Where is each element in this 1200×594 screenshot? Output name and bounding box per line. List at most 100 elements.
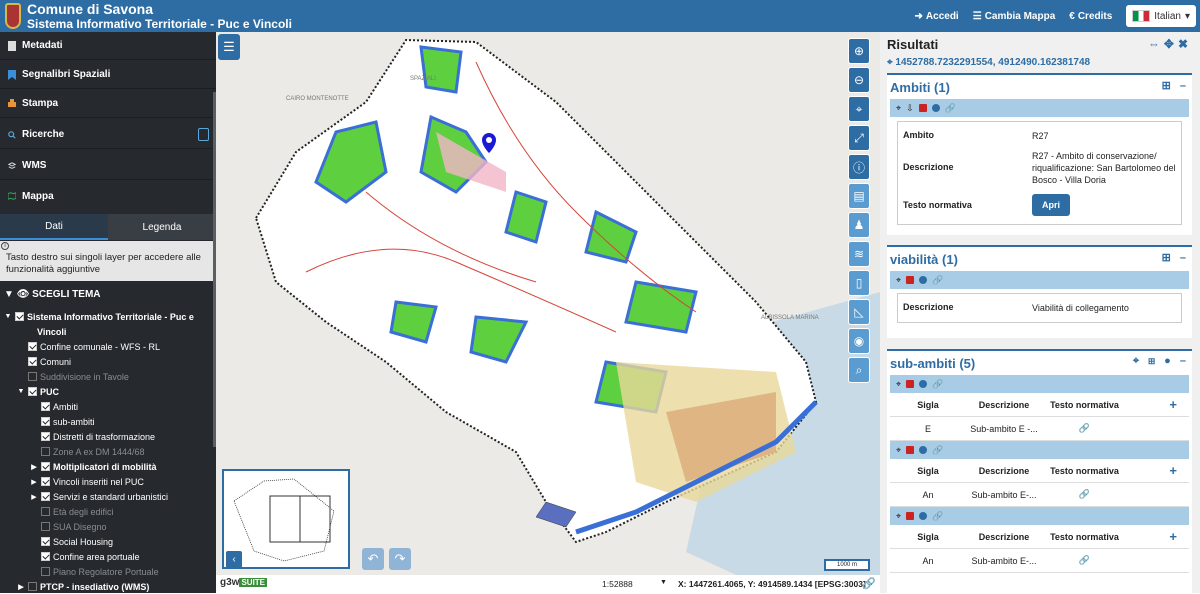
table-row[interactable]: An Sub-ambito E-... 🔗 bbox=[890, 549, 1189, 573]
layer-checkbox[interactable] bbox=[28, 357, 37, 366]
plus-icon[interactable]: + bbox=[1127, 463, 1189, 478]
layer-checkbox[interactable] bbox=[41, 507, 50, 516]
redo-button[interactable]: ↷ bbox=[389, 548, 411, 570]
link-icon[interactable]: 🔗 bbox=[1042, 555, 1127, 566]
ambiti-header[interactable]: Ambiti (1) ⊞ – bbox=[887, 75, 1192, 99]
marker-icon[interactable]: ⌖ bbox=[896, 445, 901, 456]
section-controls[interactable]: ⊞ – bbox=[1162, 251, 1189, 264]
choose-theme-header[interactable]: ▼ 👁 SCEGLI TEMA bbox=[4, 289, 101, 300]
caret-down-icon[interactable]: ▼ bbox=[17, 388, 25, 395]
layer-checkbox[interactable] bbox=[28, 372, 37, 381]
fullscreen-icon[interactable]: ⤢ bbox=[848, 125, 870, 151]
tab-dati[interactable]: Dati bbox=[0, 214, 108, 240]
zoom-in-icon[interactable]: ⊕ bbox=[848, 38, 870, 64]
layer-tree-item[interactable]: ▶ Moltiplicatori di mobilità bbox=[0, 459, 212, 474]
street-view-icon[interactable]: ♟ bbox=[848, 212, 870, 238]
remove-icon[interactable] bbox=[906, 512, 915, 520]
expand-icon[interactable]: ⇔ bbox=[1148, 37, 1164, 51]
layer-checkbox[interactable] bbox=[41, 432, 50, 441]
link-icon[interactable]: 🔗 bbox=[932, 275, 943, 286]
zoom-out-icon[interactable]: ⊖ bbox=[848, 67, 870, 93]
caret-right-icon[interactable]: ▶ bbox=[30, 493, 38, 501]
sidebar-item-metadati[interactable]: Metadati bbox=[0, 32, 216, 60]
section-controls[interactable]: ⌖ ⊞ ● – bbox=[1133, 355, 1189, 368]
layer-tree-item[interactable]: Social Housing bbox=[0, 534, 212, 549]
plus-icon[interactable]: + bbox=[1127, 397, 1189, 412]
layer-checkbox[interactable] bbox=[41, 552, 50, 561]
layer-checkbox[interactable] bbox=[41, 402, 50, 411]
check-icon[interactable] bbox=[931, 104, 940, 112]
layer-tree-item[interactable]: Suddivisione in Tavole bbox=[0, 369, 212, 384]
plus-icon[interactable]: + bbox=[1127, 529, 1189, 544]
link-icon[interactable]: 🔗 bbox=[1042, 423, 1127, 434]
screenshot-icon[interactable]: ◉ bbox=[848, 328, 870, 354]
caret-down-icon[interactable]: ▼ bbox=[660, 579, 667, 586]
layer-checkbox[interactable] bbox=[28, 342, 37, 351]
scale-select[interactable]: 1:52888 bbox=[602, 579, 633, 589]
marker-icon[interactable]: ⌖ bbox=[896, 511, 901, 522]
section-controls[interactable]: ⊞ – bbox=[1162, 79, 1189, 92]
layer-checkbox[interactable] bbox=[41, 522, 50, 531]
language-select[interactable]: Italian ▾ bbox=[1126, 5, 1196, 27]
sidebar-item-segnalibri[interactable]: Segnalibri Spaziali bbox=[0, 61, 216, 89]
close-icon[interactable]: ✖ bbox=[1178, 37, 1192, 51]
layer-tree-item[interactable]: ▶ Vincoli inseriti nel PUC bbox=[0, 474, 212, 489]
remove-icon[interactable] bbox=[906, 380, 915, 388]
overview-map[interactable]: ‹ bbox=[222, 469, 350, 569]
sidebar-item-wms[interactable]: WMS bbox=[0, 152, 216, 180]
link-icon[interactable]: 🔗 bbox=[932, 511, 943, 522]
menu-toggle-button[interactable]: ☰ bbox=[218, 34, 240, 60]
check-icon[interactable] bbox=[919, 380, 928, 388]
split-icon[interactable]: ▯ bbox=[848, 270, 870, 296]
layer-checkbox[interactable] bbox=[41, 447, 50, 456]
link-icon[interactable]: 🔗 bbox=[932, 445, 943, 456]
layer-tree-item[interactable]: sub-ambiti bbox=[0, 414, 212, 429]
add-layer-icon[interactable]: ≋ bbox=[848, 241, 870, 267]
marker-icon[interactable]: ⌖ bbox=[896, 103, 901, 114]
login-button[interactable]: ➜ Accedi bbox=[915, 11, 959, 22]
link-icon[interactable]: 🔗 bbox=[1042, 489, 1127, 500]
layer-tree-item[interactable]: Confine comunale - WFS - RL bbox=[0, 339, 212, 354]
overview-collapse-button[interactable]: ‹ bbox=[226, 551, 242, 569]
layer-checkbox[interactable] bbox=[41, 477, 50, 486]
layer-checkbox[interactable] bbox=[28, 387, 37, 396]
info-icon[interactable]: ⓘ bbox=[848, 154, 870, 180]
marker-icon[interactable]: ⌖ bbox=[896, 275, 901, 286]
link-icon[interactable]: 🔗 bbox=[945, 103, 956, 114]
layer-checkbox[interactable] bbox=[41, 417, 50, 426]
check-icon[interactable] bbox=[919, 512, 928, 520]
caret-right-icon[interactable]: ▶ bbox=[30, 478, 38, 486]
layer-tree-item[interactable]: ▶ PTCP - insediativo (WMS) bbox=[0, 579, 212, 594]
layer-tree-item[interactable]: Zone A ex DM 1444/68 bbox=[0, 444, 212, 459]
layer-tree-item[interactable]: Confine area portuale bbox=[0, 549, 212, 564]
layer-tree-item[interactable]: Età degli edifici bbox=[0, 504, 212, 519]
change-map-button[interactable]: ☰ Cambia Mappa bbox=[973, 11, 1056, 22]
zoom-extent-icon[interactable]: ⌖ bbox=[848, 96, 870, 122]
query-icon[interactable]: ▤ bbox=[848, 183, 870, 209]
layer-tree-item[interactable]: Distretti di trasformazione bbox=[0, 429, 212, 444]
link-icon[interactable]: 🔗 bbox=[932, 379, 943, 390]
credits-button[interactable]: € Credits bbox=[1069, 11, 1112, 22]
caret-right-icon[interactable]: ▶ bbox=[30, 463, 38, 471]
layer-tree-item[interactable]: SUA Disegno bbox=[0, 519, 212, 534]
remove-icon[interactable] bbox=[906, 446, 915, 454]
remove-icon[interactable] bbox=[906, 276, 915, 284]
layer-tree-item[interactable]: Comuni bbox=[0, 354, 212, 369]
check-icon[interactable] bbox=[919, 276, 928, 284]
geolocation-icon[interactable]: ⌕ bbox=[848, 357, 870, 383]
map-view[interactable]: CAIRO MONTENOTTE SPAZIALI ALBISSOLA MARI… bbox=[216, 32, 880, 593]
marker-icon[interactable]: ⌖ bbox=[896, 379, 901, 390]
link-icon[interactable]: 🔗 bbox=[862, 577, 876, 590]
viabilita-header[interactable]: viabilità (1) ⊞ – bbox=[887, 247, 1192, 271]
layer-checkbox[interactable] bbox=[28, 582, 37, 591]
layer-checkbox[interactable] bbox=[41, 462, 50, 471]
open-button[interactable]: Apri bbox=[1032, 194, 1070, 216]
tab-legenda[interactable]: Legenda bbox=[108, 214, 216, 240]
layer-tree-item[interactable]: ▼ PUC bbox=[0, 384, 212, 399]
sidebar-item-mappa[interactable]: Mappa bbox=[0, 182, 216, 210]
sidebar-item-stampa[interactable]: Stampa bbox=[0, 90, 216, 118]
layer-tree-item[interactable]: Ambiti bbox=[0, 399, 212, 414]
table-row[interactable]: An Sub-ambito E-... 🔗 bbox=[890, 483, 1189, 507]
compress-icon[interactable]: ✥ bbox=[1164, 37, 1178, 51]
caret-down-icon[interactable]: ▼ bbox=[4, 313, 12, 320]
